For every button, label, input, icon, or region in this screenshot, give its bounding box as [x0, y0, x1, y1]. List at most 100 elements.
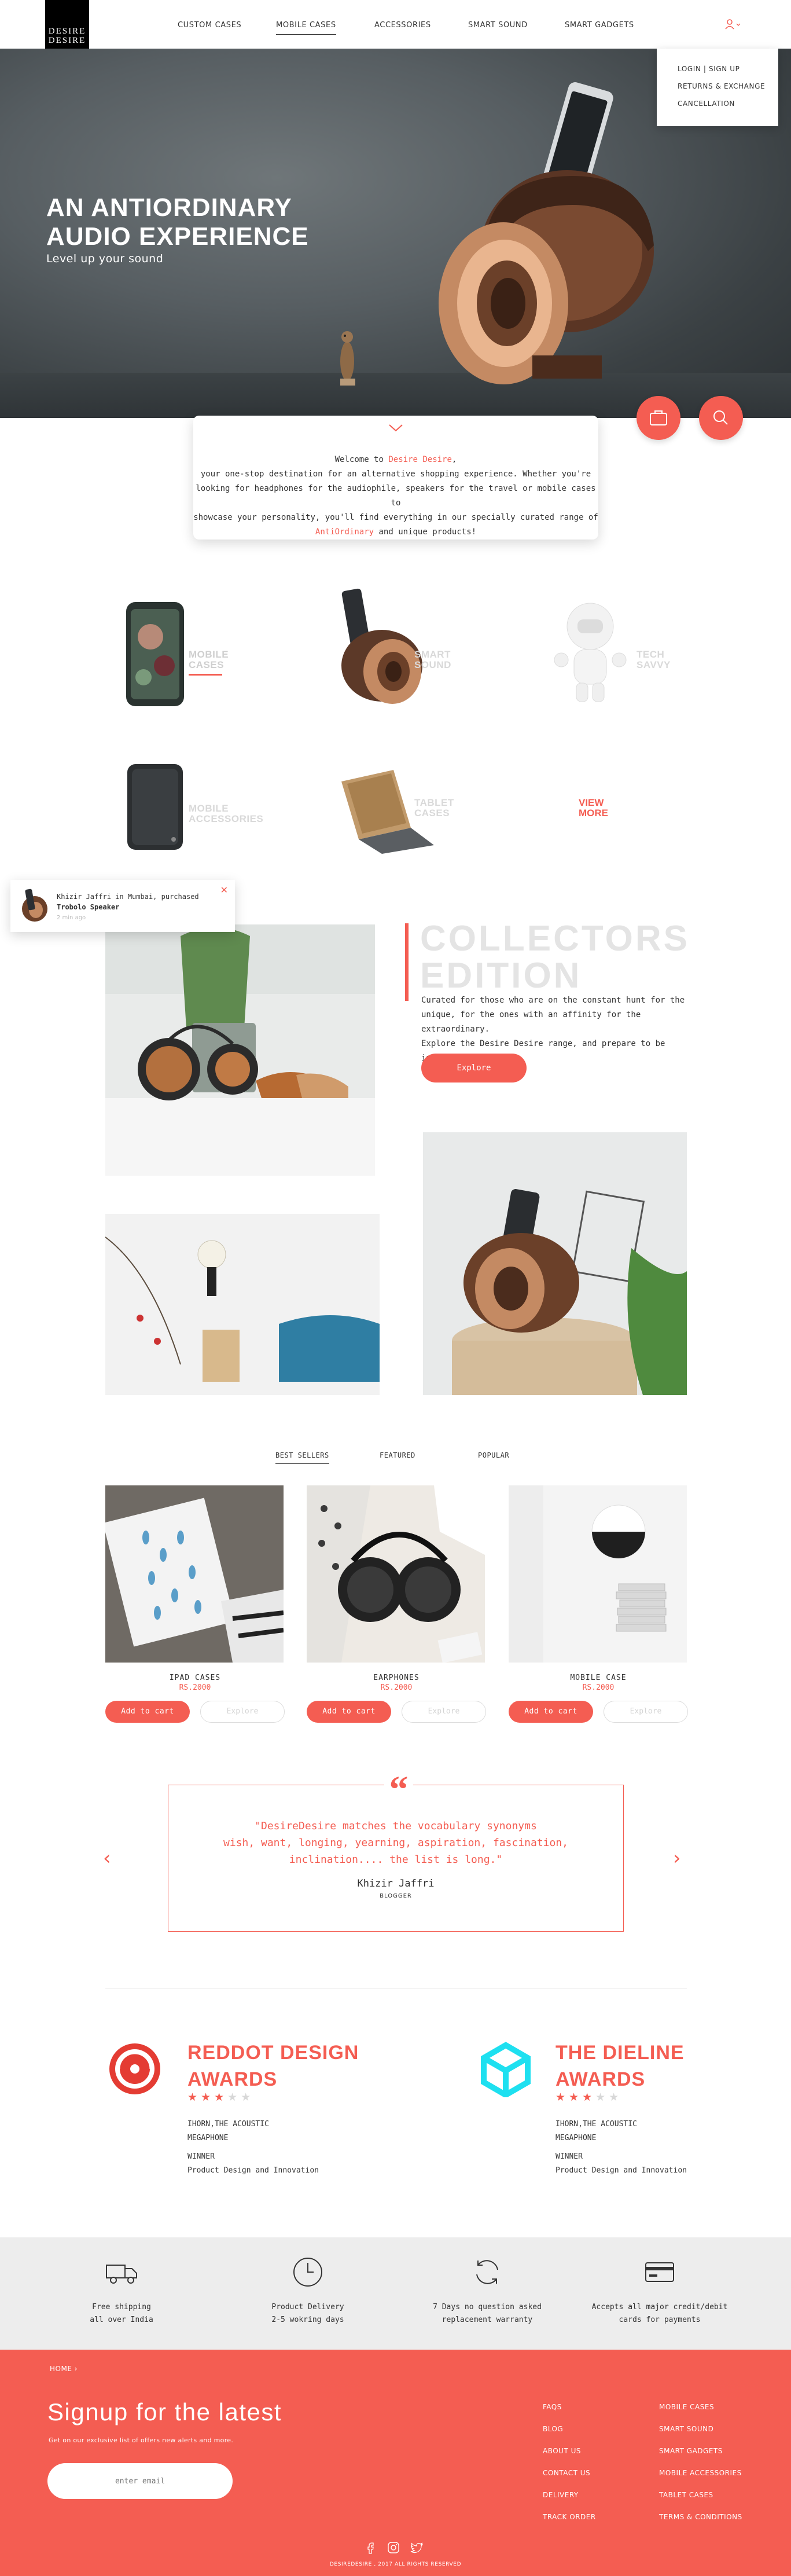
footer-link-track-order[interactable]: TRACK ORDER	[543, 2513, 596, 2521]
award-title-line1: THE DIELINE	[555, 2042, 685, 2064]
menu-item-login-signup[interactable]: LOGIN | SIGN UP	[678, 65, 740, 73]
user-account-icon[interactable]	[724, 19, 741, 30]
footer-link-about-us[interactable]: ABOUT US	[543, 2447, 581, 2455]
search-button[interactable]	[699, 396, 743, 440]
award-title-line2: AWARDS	[187, 2068, 278, 2090]
category-mobile-accessories-image[interactable]	[116, 753, 197, 857]
nav-item-mobile-cases[interactable]: MOBILE CASES	[276, 21, 336, 35]
category-mobile-cases-label[interactable]: MOBILE CASES	[189, 649, 229, 676]
hero-title-line1: AN ANTIORDINARY	[46, 193, 292, 222]
hero-title-line2: AUDIO EXPERIENCE	[46, 222, 309, 251]
category-smart-sound-image[interactable]	[324, 585, 440, 712]
tab-featured[interactable]: FEATURED	[380, 1451, 415, 1459]
explore-collectors-button[interactable]: Explore	[421, 1054, 527, 1082]
award-details-dieline: IHORN,THE ACOUSTIC MEGAPHONE WINNER Prod…	[555, 2118, 687, 2178]
cart-button[interactable]	[637, 396, 680, 440]
footer-link-blog[interactable]: BLOG	[543, 2425, 563, 2433]
collectors-accent-bar	[405, 923, 409, 1001]
copyright-text: DESIREDESIRE , 2017 ALL RIGHTS RESERVED	[329, 2562, 462, 2567]
product-price: RS.2000	[582, 1683, 615, 1692]
product-name: IPAD CASES	[169, 1674, 221, 1682]
welcome-line1: Welcome to Desire Desire,	[193, 453, 598, 467]
nav-item-smart-sound[interactable]: SMART SOUND	[468, 21, 528, 30]
twitter-icon[interactable]	[410, 2541, 424, 2555]
feature-line2: all over India	[90, 2316, 153, 2324]
view-more-link[interactable]: VIEW MORE	[579, 798, 608, 819]
category-tech-savvy-image[interactable]	[544, 596, 637, 712]
collectors-desc-line2: unique, for the ones with an affinity fo…	[421, 1010, 641, 1034]
menu-item-cancellation[interactable]: CANCELLATION	[678, 100, 735, 108]
product-name: EARPHONES	[373, 1674, 420, 1682]
feature-product-delivery: Product Delivery 2-5 wokring days	[233, 2301, 383, 2327]
footer-link-terms-conditions[interactable]: TERMS & CONDITIONS	[659, 2513, 742, 2521]
product-earphones-image[interactable]	[307, 1485, 485, 1663]
category-mobile-accessories-label[interactable]: MOBILE ACCESSORIES	[189, 803, 263, 824]
footer-link-smart-gadgets[interactable]: SMART GADGETS	[659, 2447, 723, 2455]
search-icon	[713, 410, 728, 425]
footer-link-faqs[interactable]: FAQS	[543, 2403, 562, 2411]
category-smart-sound-label[interactable]: SMART SOUND	[414, 649, 451, 670]
close-icon[interactable]: ✕	[220, 885, 228, 896]
explore-button[interactable]: Explore	[604, 1701, 688, 1723]
explore-button[interactable]: Explore	[402, 1701, 486, 1723]
add-to-cart-button[interactable]: Add to cart	[509, 1701, 593, 1723]
category-label-line2: CASES	[414, 808, 450, 819]
nav-item-custom-cases[interactable]: CUSTOM CASES	[178, 21, 241, 30]
testimonial-quote: "DesireDesire matches the vocabulary syn…	[191, 1818, 601, 1868]
notification-product: Trobolo Speaker	[57, 903, 120, 911]
nav-item-smart-gadgets[interactable]: SMART GADGETS	[565, 21, 634, 30]
feature-replacement-warranty: 7 Days no question asked replacement war…	[412, 2301, 562, 2327]
chevron-left-icon[interactable]: ‹	[103, 1847, 111, 1870]
breadcrumb[interactable]: HOME ›	[50, 2365, 78, 2373]
award-title-line1: REDDOT DESIGN	[187, 2042, 359, 2064]
view-more-line2: MORE	[579, 808, 608, 819]
footer-link-mobile-accessories[interactable]: MOBILE ACCESSORIES	[659, 2469, 742, 2477]
menu-item-returns-exchange[interactable]: RETURNS & EXCHANGE	[678, 82, 765, 90]
product-ipad-cases-image[interactable]	[105, 1485, 284, 1663]
email-input[interactable]	[47, 2463, 233, 2499]
chevron-right-icon[interactable]: ›	[673, 1847, 681, 1870]
top-navigation-bar: DESIRE DESIRE CUSTOM CASES MOBILE CASES …	[0, 0, 791, 49]
category-label-line1: TECH	[637, 649, 665, 660]
add-to-cart-button[interactable]: Add to cart	[105, 1701, 190, 1723]
category-tablet-cases-label[interactable]: TABLET CASES	[414, 798, 454, 819]
footer-link-delivery[interactable]: DELIVERY	[543, 2491, 579, 2499]
wooden-speaker-with-phone-image	[340, 82, 654, 386]
clock-icon	[293, 2258, 322, 2287]
category-mobile-cases-image[interactable]	[116, 596, 197, 712]
account-dropdown-menu: LOGIN | SIGN UP RETURNS & EXCHANGE CANCE…	[657, 49, 778, 126]
award-title-dieline: THE DIELINE AWARDS	[555, 2039, 685, 2093]
feature-line2: replacement warranty	[442, 2316, 533, 2324]
footer-link-smart-sound[interactable]: SMART SOUND	[659, 2425, 713, 2433]
welcome-line5-post: and unique products!	[374, 527, 477, 537]
briefcase-icon	[650, 410, 667, 425]
explore-button[interactable]: Explore	[200, 1701, 285, 1723]
award-product-line1: IHORN,THE ACOUSTIC	[555, 2120, 637, 2129]
award-details-reddot: IHORN,THE ACOUSTIC MEGAPHONE WINNER Prod…	[187, 2118, 319, 2178]
welcome-brand-link[interactable]: Desire Desire	[388, 455, 452, 464]
feature-free-shipping: Free shipping all over India	[46, 2301, 197, 2327]
welcome-line5: AntiOrdinary and unique products!	[193, 525, 598, 540]
truck-icon	[106, 2265, 137, 2284]
collectors-lamp-photo	[105, 1214, 380, 1395]
speaker-thumbnail	[22, 889, 47, 922]
add-to-cart-button[interactable]: Add to cart	[307, 1701, 391, 1723]
facebook-icon[interactable]	[363, 2541, 377, 2555]
award-title-line2: AWARDS	[555, 2068, 646, 2090]
chevron-down-icon[interactable]	[388, 423, 404, 433]
tab-best-sellers[interactable]: BEST SELLERS	[275, 1451, 329, 1464]
collectors-title-line2: EDITION	[420, 956, 582, 996]
welcome-antiordinary-link[interactable]: AntiOrdinary	[315, 527, 374, 537]
footer-link-tablet-cases[interactable]: TABLET CASES	[659, 2491, 713, 2499]
tab-popular[interactable]: POPULAR	[478, 1451, 509, 1459]
footer-link-mobile-cases[interactable]: MOBILE CASES	[659, 2403, 714, 2411]
footer-link-contact-us[interactable]: CONTACT US	[543, 2469, 590, 2477]
instagram-icon[interactable]	[387, 2541, 400, 2555]
signup-title: Signup for the latest	[47, 2398, 282, 2425]
signup-subtitle: Get on our exclusive list of offers new …	[49, 2436, 234, 2444]
award-product-line2: MEGAPHONE	[187, 2134, 229, 2142]
product-mobile-case-image[interactable]	[509, 1485, 687, 1663]
nav-item-accessories[interactable]: ACCESSORIES	[374, 21, 431, 30]
feature-line2: 2-5 wokring days	[271, 2316, 344, 2324]
category-tech-savvy-label[interactable]: TECH SAVVY	[637, 649, 671, 670]
